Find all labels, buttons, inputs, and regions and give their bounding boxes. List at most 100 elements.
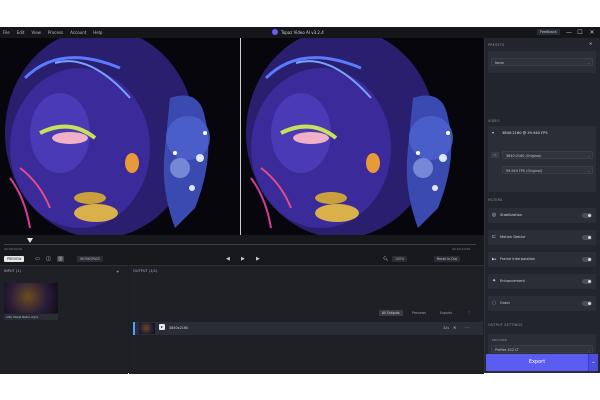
playback-controls: PREVIEW ▭ ◫ ▥ WORKSPACE ◀ ▶ ▶ 🔍︎ 100% Re… — [0, 254, 484, 265]
timeline-track[interactable] — [4, 244, 476, 245]
zoom-dropdown[interactable]: 100% — [392, 256, 408, 262]
zoom-search-icon[interactable]: 🔍︎ — [383, 256, 388, 262]
filter-label: Frame Interpolation — [500, 257, 536, 261]
tab-exports[interactable]: Exports — [437, 310, 455, 316]
split-view-icon[interactable]: ◫ — [46, 256, 51, 262]
chevron-down-icon: ⌄ — [587, 61, 590, 65]
menu-view[interactable]: View — [31, 30, 41, 35]
output-size: 32s — [443, 326, 450, 330]
motion-deblur-toggle[interactable] — [582, 235, 592, 240]
output-type-icon: ▸ — [159, 324, 165, 330]
enhancement-toggle[interactable] — [582, 279, 592, 284]
output-delete-icon[interactable]: ✕ — [453, 325, 456, 331]
app-title-text: Topaz Video AI v3.2.4 — [281, 29, 324, 35]
preset-dropdown[interactable]: None ⌄ — [491, 58, 593, 66]
title-bar: File Edit View Process Account Help Topa… — [0, 27, 600, 38]
export-button[interactable]: Export — [486, 354, 588, 371]
output-more-icon[interactable]: ⋯ — [465, 325, 469, 331]
output-menu-icon[interactable]: ⋮ — [467, 310, 471, 316]
input-header: INPUT (1) — [4, 269, 21, 273]
filter-enhancement[interactable]: ✦ Enhancement — [488, 274, 596, 289]
input-file-name[interactable]: ulta Violet Retro.mp4 — [4, 314, 58, 320]
fps-dropdown[interactable]: 59.940 FPS (Original) ⌄ — [502, 166, 593, 174]
preview-button[interactable]: PREVIEW — [4, 256, 25, 262]
output-thumbnail — [139, 323, 155, 334]
minimize-icon[interactable]: — — [564, 28, 574, 37]
presets-box: None ⌄ — [488, 51, 596, 73]
end-timecode: 00:00:10:09 — [452, 247, 471, 251]
reset-in-out-button[interactable]: Reset In-Out — [434, 256, 460, 262]
tab-all-outputs[interactable]: All Outputs — [379, 310, 403, 316]
filter-motion-deblur[interactable]: ⊏ Motion Deblur — [488, 230, 596, 245]
menu-bar: File Edit View Process Account Help — [0, 30, 102, 35]
app-window: File Edit View Process Account Help Topa… — [0, 27, 600, 374]
stabilization-toggle[interactable] — [582, 213, 592, 218]
add-input-icon[interactable]: + — [116, 269, 119, 275]
next-frame-icon[interactable]: ▶ — [256, 256, 260, 262]
filter-grain[interactable]: ◌ Grain — [488, 296, 596, 311]
enhanced-preview-image — [241, 38, 484, 235]
fps-value: 59.940 FPS (Original) — [506, 169, 543, 173]
workspace-selector[interactable]: WORKSPACE — [77, 256, 104, 262]
video-title: VIDEO — [488, 119, 500, 123]
resolution-value: 3840:2160 (Original) — [506, 154, 542, 158]
output-row[interactable]: ▸ 3840x2160 32s ✕ ⋯ — [133, 322, 483, 335]
settings-panel: PRESETS ✕ None ⌄ VIDEO ▾ 3840:2160 @ 59.… — [484, 38, 600, 373]
tab-previews[interactable]: Previews — [409, 310, 429, 316]
encoder-dropdown[interactable]: ProRes 422 LT ⌄ — [491, 345, 593, 353]
timeline: 00:00:00:00 00:00:10:09 PREVIEW ▭ ◫ ▥ WO… — [0, 235, 484, 265]
frame-interpolation-icon: ▶▸ — [492, 257, 497, 261]
playhead-handle[interactable] — [26, 238, 33, 243]
filter-label: Motion Deblur — [500, 235, 526, 239]
preset-value: None — [495, 61, 504, 65]
topaz-logo-icon — [272, 29, 278, 35]
original-preview-image — [0, 38, 240, 235]
filter-frame-interpolation[interactable]: ▶▸ Frame Interpolation — [488, 252, 596, 267]
filter-stabilization[interactable]: ◎ Stabilization — [488, 208, 596, 223]
stabilization-icon: ◎ — [492, 212, 497, 218]
motion-deblur-icon: ⊏ — [492, 234, 497, 240]
filter-label: Grain — [500, 301, 510, 305]
menu-file[interactable]: File — [3, 30, 10, 35]
presets-title: PRESETS — [488, 43, 505, 47]
maximize-icon[interactable]: ☐ — [575, 28, 585, 37]
encoder-value: ProRes 422 LT — [495, 348, 519, 352]
output-settings-title: OUTPUT SETTINGS — [488, 323, 523, 327]
input-thumbnail[interactable] — [4, 283, 58, 313]
menu-process[interactable]: Process — [48, 30, 63, 35]
resolution-dropdown[interactable]: 3840:2160 (Original) ⌄ — [502, 151, 593, 159]
output-header: OUTPUT (1/1) — [133, 269, 158, 273]
filters-title: FILTERS — [488, 198, 503, 202]
resolution-icon: ▭ — [491, 152, 499, 158]
encoder-label: ENCODER — [492, 338, 507, 342]
output-panel: OUTPUT (1/1) All Outputs Previews Export… — [129, 265, 484, 374]
camera-icon[interactable]: ▭ — [35, 256, 40, 262]
filter-label: Stabilization — [500, 213, 523, 217]
menu-help[interactable]: Help — [93, 30, 102, 35]
collapse-icon[interactable]: ▾ — [492, 130, 494, 136]
chevron-down-icon: ⌄ — [587, 169, 590, 173]
close-icon[interactable]: ✕ — [587, 28, 597, 37]
menu-account[interactable]: Account — [70, 30, 86, 35]
video-preview[interactable] — [0, 38, 484, 235]
play-icon[interactable]: ▶ — [241, 256, 245, 262]
side-by-side-icon[interactable]: ▥ — [57, 256, 64, 262]
video-summary: 3840:2160 @ 59.940 FPS — [502, 131, 548, 135]
video-box: ▾ 3840:2160 @ 59.940 FPS ▭ 3840:2160 (Or… — [488, 126, 596, 192]
start-timecode: 00:00:00:00 — [4, 247, 23, 251]
chevron-down-icon: ⌄ — [587, 348, 590, 352]
export-options-chevron-icon[interactable]: ⌄ — [588, 354, 598, 371]
enhancement-icon: ✦ — [492, 278, 497, 284]
previous-frame-icon[interactable]: ◀ — [226, 256, 230, 262]
app-title: Topaz Video AI v3.2.4 — [272, 29, 324, 35]
chevron-down-icon: ⌄ — [587, 154, 590, 158]
output-name: 3840x2160 — [169, 326, 189, 330]
grain-toggle[interactable] — [582, 301, 592, 306]
frame-interpolation-toggle[interactable] — [582, 257, 592, 262]
grain-icon: ◌ — [492, 300, 497, 306]
close-panel-icon[interactable]: ✕ — [589, 41, 592, 47]
input-panel: INPUT (1) + ulta Violet Retro.mp4 — [0, 265, 128, 374]
menu-edit[interactable]: Edit — [17, 30, 25, 35]
filter-label: Enhancement — [500, 279, 525, 283]
feedback-button[interactable]: Feedback — [537, 29, 560, 35]
